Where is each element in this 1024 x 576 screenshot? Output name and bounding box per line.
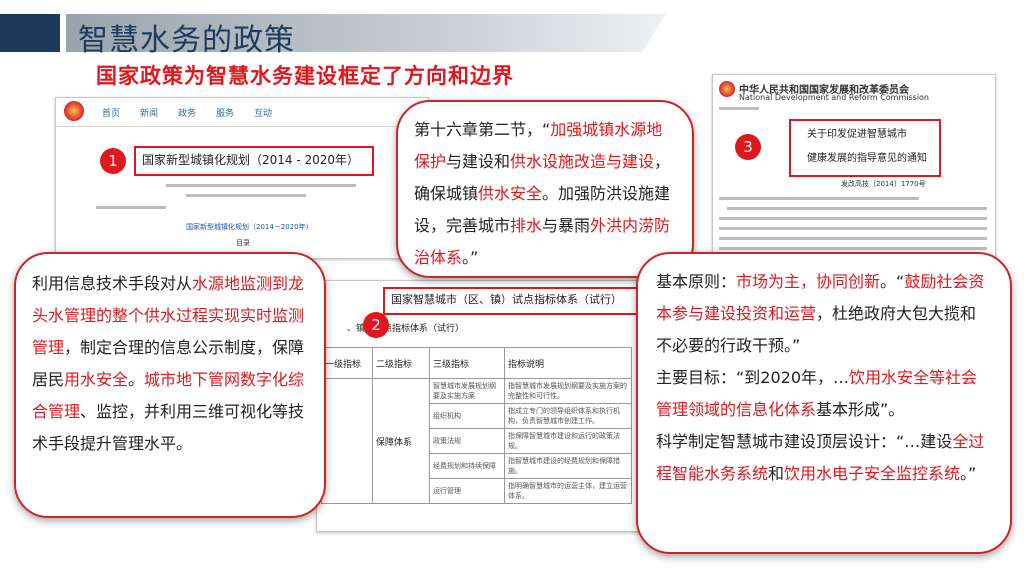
callout-text: 利用信息技术手段对从水源地监测到龙头水管理的整个供水过程实现实时监测管理，制定合… bbox=[32, 268, 308, 460]
body-text: 与暴雨 bbox=[542, 216, 591, 235]
table-cell: 指智慧城市发展规划纲要及实施方案的完整性和可行性。 bbox=[504, 378, 632, 404]
faint-text-line bbox=[166, 184, 356, 187]
notice-title-line1: 关于印发促进智慧城市 bbox=[807, 129, 907, 140]
badge-2: 2 bbox=[363, 312, 389, 338]
highlight-text: 饮用水电子安全监控系统 bbox=[784, 464, 961, 483]
nav-item: 服务 bbox=[216, 109, 235, 119]
notice-title-line2: 健康发展的指导意见的通知 bbox=[807, 153, 927, 164]
table-cell: 指明确智慧城市的运营主体，建立运营体系。 bbox=[504, 478, 632, 504]
badge-1: 1 bbox=[100, 148, 126, 174]
faint-text-line bbox=[727, 207, 987, 210]
callout-water-monitoring: 利用信息技术手段对从水源地监测到龙头水管理的整个供水过程实现实时监测管理，制定合… bbox=[14, 252, 326, 518]
table-cell: 指智慧城市建设的经费规划和保障措施。 bbox=[504, 453, 632, 479]
callout-paragraph: 主要目标：“到2020年，…饮用水安全等社会管理领域的信息化体系基本形成”。 bbox=[656, 362, 992, 426]
faint-text-line bbox=[96, 206, 166, 209]
webpage-nav-bar: 首页 新闻 政务 服务 互动 bbox=[56, 98, 428, 127]
faint-text-line bbox=[719, 197, 919, 200]
faint-text-line bbox=[719, 217, 987, 220]
toc-label: 目录 bbox=[236, 239, 250, 247]
document-number: 发改高技〔2014〕1770号 bbox=[841, 180, 926, 188]
nav-item: 政务 bbox=[178, 109, 197, 119]
callout-plan-quote: 第十六章第二节，“加强城镇水源地保护与建设和供水设施改造与建设，确保城镇供水安全… bbox=[396, 100, 694, 278]
body-text: 。 bbox=[128, 370, 145, 389]
table-row: 保障体系 智慧城市发展规划纲要及实施方案 指智慧城市发展规划纲要及实施方案的完整… bbox=[321, 378, 632, 504]
faint-text-line bbox=[719, 247, 987, 250]
body-text: 基本形成”。 bbox=[816, 400, 905, 419]
callout-smart-city-guidance: 基本原则：市场为主，协同创新。“鼓励社会资本参与建设投资和运营，杜绝政府大包大揽… bbox=[636, 252, 1012, 554]
table-header: 二级指标 bbox=[372, 347, 430, 379]
table-cell: 智慧城市发展规划纲要及实施方案 bbox=[429, 378, 505, 404]
highlight-text: 供水设施改造与建设 bbox=[510, 152, 655, 171]
table-cell: 指保障智慧城市建设和运行的政策法规。 bbox=[504, 428, 632, 454]
national-emblem-icon bbox=[64, 101, 84, 121]
body-text: 主要目标：“到2020年，… bbox=[656, 368, 850, 387]
nav-item: 新闻 bbox=[140, 109, 159, 119]
nav-item: 互动 bbox=[254, 109, 273, 119]
indicator-table: 一级指标 二级指标 三级指标 指标说明 保障体系 智慧城市发展规划纲要及实施方案… bbox=[321, 347, 632, 504]
nav-item: 首页 bbox=[102, 109, 121, 119]
body-text: 利用信息技术手段对从 bbox=[32, 274, 193, 293]
table-cell: 政策法规 bbox=[429, 428, 505, 454]
plan-webpage-screenshot: 首页 新闻 政务 服务 互动 国家新型城镇化规划（2014 - 2020年） 国… bbox=[55, 97, 429, 259]
page-subtitle: 国家政策为智慧水务建设框定了方向和边界 bbox=[96, 64, 514, 88]
table-cell-second-level: 保障体系 bbox=[372, 378, 430, 504]
faint-text-line bbox=[719, 237, 987, 240]
callout-text: 基本原则：市场为主，协同创新。“鼓励社会资本参与建设投资和运营，杜绝政府大包大揽… bbox=[656, 266, 992, 490]
body-text: 科学制定智慧城市建设顶层设计：“…建设 bbox=[656, 432, 953, 451]
highlight-text: 市场为主，协同创新 bbox=[736, 272, 881, 291]
body-text: 基本原则： bbox=[656, 272, 737, 291]
badge-3: 3 bbox=[735, 134, 761, 160]
ndrc-name-en: National Development and Reform Commissi… bbox=[739, 93, 929, 102]
table-header: 三级指标 bbox=[429, 347, 505, 379]
callout-paragraph: 科学制定智慧城市建设顶层设计：“…建设全过程智能水务系统和饮用水电子安全监控系统… bbox=[656, 426, 992, 490]
header-accent-block bbox=[0, 14, 60, 52]
body-text: 第十六章第二节，“ bbox=[414, 120, 551, 139]
highlight-text: 供水安全 bbox=[478, 184, 543, 203]
table-header: 一级指标 bbox=[321, 347, 373, 379]
body-text: 和 bbox=[768, 464, 785, 483]
body-text: 。” bbox=[462, 248, 479, 267]
table-cell: 组织机构 bbox=[429, 403, 505, 429]
faint-text-line bbox=[186, 194, 306, 197]
body-text: 与建设和 bbox=[446, 152, 511, 171]
table-cell: 经费规划和持续保障 bbox=[429, 453, 505, 479]
table-cell bbox=[321, 378, 373, 504]
table-cell: 指成立专门的领导组织体系和执行机构，负责智慧城市创建工作。 bbox=[504, 403, 632, 429]
table-header: 指标说明 bbox=[504, 347, 632, 379]
highlight-text: 排水 bbox=[510, 216, 543, 235]
national-emblem-icon bbox=[719, 81, 735, 97]
callout-paragraph: 基本原则：市场为主，协同创新。“鼓励社会资本参与建设投资和运营，杜绝政府大包大揽… bbox=[656, 266, 992, 362]
highlight-text: 用水安全 bbox=[64, 370, 129, 389]
body-text: 。“ bbox=[880, 272, 905, 291]
table-title: 国家智慧城市（区、镇）试点指标体系（试行） bbox=[391, 293, 622, 306]
plan-title: 国家新型城镇化规划（2014 - 2020年） bbox=[142, 153, 360, 167]
table-header-row: 一级指标 二级指标 三级指标 指标说明 bbox=[321, 347, 632, 379]
page-title: 智慧水务的政策 bbox=[78, 23, 295, 58]
faint-text-line bbox=[719, 227, 987, 230]
plan-link[interactable]: 国家新型城镇化规划（2014－2020年） bbox=[186, 222, 313, 232]
faint-text-line bbox=[719, 107, 759, 110]
ndrc-notice-screenshot: 中华人民共和国国家发展和改革委员会 National Development a… bbox=[712, 74, 996, 262]
callout-text: 第十六章第二节，“加强城镇水源地保护与建设和供水设施改造与建设，确保城镇供水安全… bbox=[414, 114, 676, 274]
table-cell: 运行管理 bbox=[429, 478, 505, 504]
body-text: 。” bbox=[960, 464, 977, 483]
